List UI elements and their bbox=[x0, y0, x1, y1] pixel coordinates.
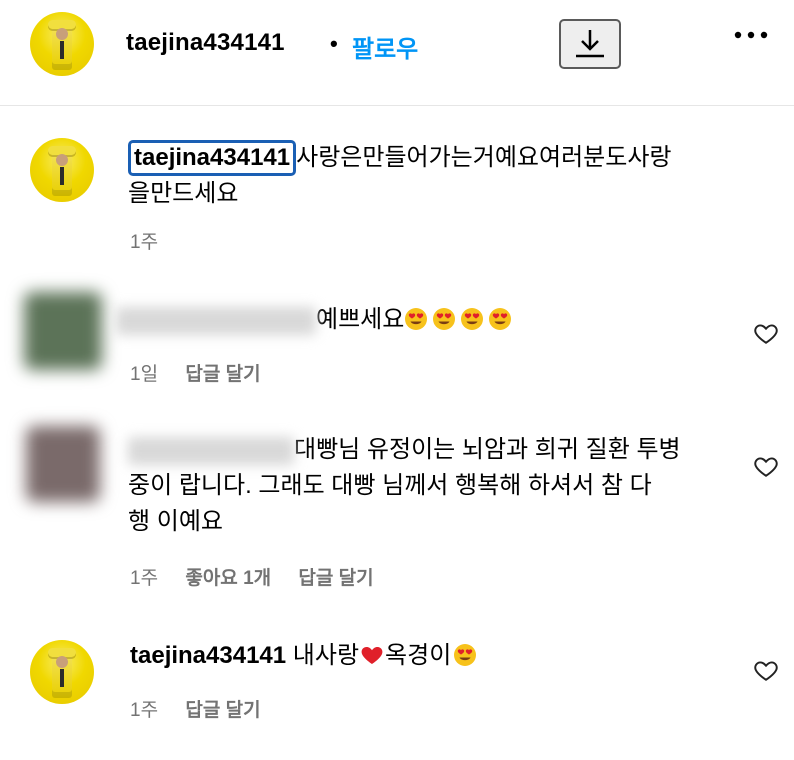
reply-button[interactable]: 답글 달기 bbox=[185, 700, 260, 721]
post-header: taejina434141 • 팔로우 bbox=[0, 0, 794, 106]
reply-button[interactable]: 답글 달기 bbox=[298, 568, 373, 589]
comment-meta: 1주 bbox=[130, 227, 180, 254]
comment-meta: 1일 답글 달기 bbox=[130, 359, 283, 386]
comment-time[interactable]: 1주 bbox=[130, 700, 158, 721]
likes-count[interactable]: 좋아요 1개 bbox=[185, 568, 271, 589]
comment-author-blurred[interactable] bbox=[116, 306, 316, 335]
comment-text: 대빵님 유정이는 뇌암과 희귀 질환 투병 bbox=[294, 436, 681, 463]
heart-eyes-emoji bbox=[461, 308, 484, 330]
heart-eyes-emoji bbox=[433, 308, 456, 330]
red-heart-emoji bbox=[361, 647, 383, 664]
comment-time[interactable]: 1주 bbox=[130, 568, 158, 589]
emoji-group bbox=[404, 306, 516, 333]
comment-text: 내사랑 bbox=[292, 642, 360, 669]
comment-text: 예쁘세요 bbox=[316, 306, 405, 333]
header-username[interactable]: taejina434141 bbox=[126, 29, 285, 57]
comment-body: 예쁘세요 bbox=[116, 302, 736, 338]
comment-author-blurred[interactable] bbox=[128, 436, 294, 465]
avatar[interactable] bbox=[30, 640, 94, 704]
comment-author[interactable]: taejina434141 bbox=[128, 140, 297, 176]
comment-text: 을만드세요 bbox=[128, 180, 239, 207]
comment-text: 옥경이 bbox=[385, 642, 452, 669]
comment-meta: 1주 답글 달기 bbox=[130, 695, 283, 722]
comment-author[interactable]: taejina434141 bbox=[130, 642, 286, 669]
comment-meta: 1주 좋아요 1개 답글 달기 bbox=[130, 563, 396, 590]
comment-text: 사랑은만들어가는거예요여러분도사랑 bbox=[296, 144, 672, 171]
comment-text: 행 이예요 bbox=[128, 508, 223, 535]
comment-body: taejina434141 사랑은만들어가는거예요여러분도사랑 을만드세요 bbox=[128, 140, 758, 212]
more-options-icon[interactable] bbox=[734, 30, 768, 40]
comment-text: 중이 랍니다. 그래도 대빵 님께서 행복해 하셔서 참 다 bbox=[128, 472, 652, 499]
separator-dot: • bbox=[330, 31, 338, 56]
download-icon bbox=[576, 30, 604, 58]
heart-eyes-emoji bbox=[454, 644, 477, 666]
comment-time[interactable]: 1주 bbox=[130, 232, 158, 253]
comment-body: taejina434141 내사랑 옥경이 bbox=[130, 638, 750, 674]
comment-body: 대빵님 유정이는 뇌암과 희귀 질환 투병 중이 랍니다. 그래도 대빵 님께서… bbox=[128, 432, 748, 540]
like-heart-icon[interactable] bbox=[753, 657, 779, 683]
like-heart-icon[interactable] bbox=[753, 453, 779, 479]
follow-button[interactable]: 팔로우 bbox=[352, 29, 418, 64]
download-button[interactable] bbox=[559, 19, 621, 69]
avatar[interactable] bbox=[30, 12, 94, 76]
avatar[interactable] bbox=[26, 426, 100, 502]
reply-button[interactable]: 답글 달기 bbox=[185, 364, 260, 385]
heart-eyes-emoji bbox=[489, 308, 512, 330]
like-heart-icon[interactable] bbox=[753, 320, 779, 346]
comment-time[interactable]: 1일 bbox=[130, 364, 158, 385]
avatar[interactable] bbox=[30, 138, 94, 202]
avatar[interactable] bbox=[24, 292, 102, 370]
heart-eyes-emoji bbox=[405, 308, 428, 330]
